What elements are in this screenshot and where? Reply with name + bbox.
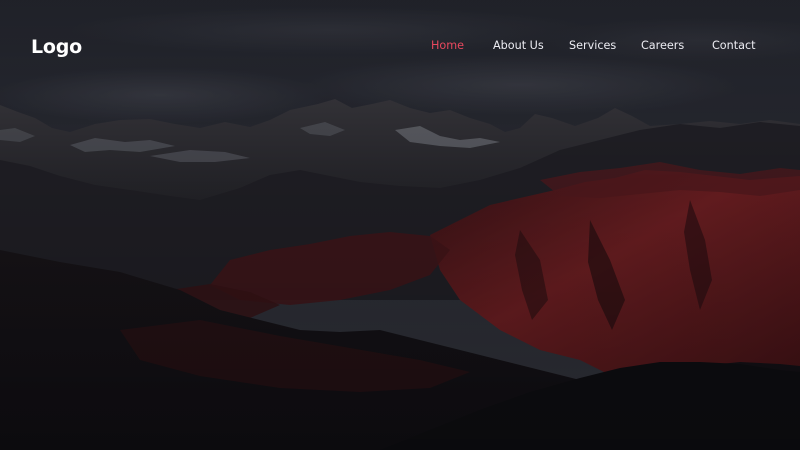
hero-section: Logo Home About Us Services Careers Cont… xyxy=(0,0,800,450)
nav-link-services[interactable]: Services xyxy=(569,38,616,54)
nav-link-careers[interactable]: Careers xyxy=(641,38,684,54)
logo[interactable]: Logo xyxy=(31,34,82,60)
nav-link-contact[interactable]: Contact xyxy=(712,38,756,54)
nav-link-home[interactable]: Home xyxy=(431,38,464,54)
nav-link-about-us[interactable]: About Us xyxy=(493,38,544,54)
top-navigation-bar: Logo Home About Us Services Careers Cont… xyxy=(0,0,800,94)
